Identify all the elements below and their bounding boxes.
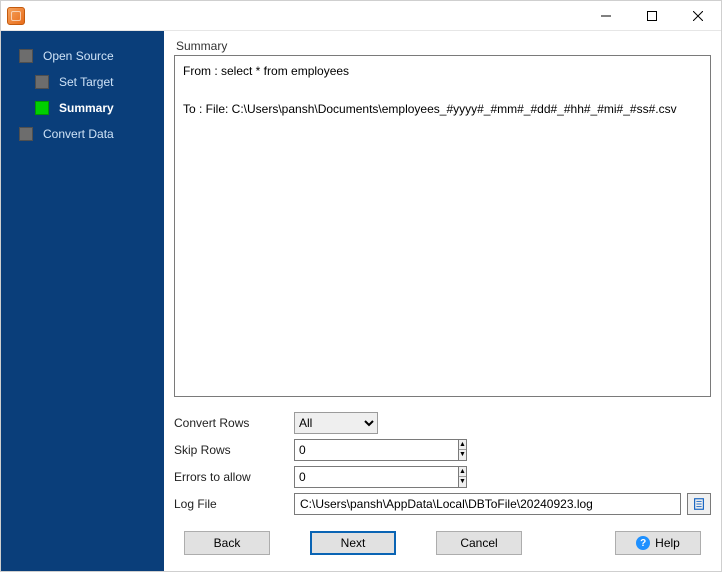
convert-rows-select[interactable]: All [294, 412, 378, 434]
step-box-icon [35, 101, 49, 115]
row-log-file: Log File [174, 490, 711, 517]
errors-spinner[interactable]: ▲ ▼ [294, 466, 378, 488]
sidebar-item-convert-data[interactable]: Convert Data [1, 121, 164, 147]
spin-up-icon[interactable]: ▲ [459, 440, 466, 451]
wizard-sidebar: Open Source Set Target Summary Convert D… [1, 31, 164, 571]
errors-label: Errors to allow [174, 470, 294, 484]
sidebar-item-set-target[interactable]: Set Target [1, 69, 164, 95]
step-label: Open Source [43, 49, 114, 63]
help-button[interactable]: ? Help [615, 531, 701, 555]
step-box-icon [35, 75, 49, 89]
back-label: Back [214, 536, 241, 550]
body: Open Source Set Target Summary Convert D… [1, 31, 721, 571]
close-button[interactable] [675, 1, 721, 31]
help-label: Help [655, 536, 680, 550]
skip-rows-spinner[interactable]: ▲ ▼ [294, 439, 378, 461]
skip-rows-label: Skip Rows [174, 443, 294, 457]
summary-from-line: From : select * from employees [183, 64, 349, 78]
step-box-icon [19, 127, 33, 141]
cancel-label: Cancel [460, 536, 497, 550]
errors-input[interactable] [294, 466, 458, 488]
app-icon [7, 7, 25, 25]
maximize-button[interactable] [629, 1, 675, 31]
spin-down-icon[interactable]: ▼ [459, 477, 466, 487]
options-form: Convert Rows All Skip Rows ▲ ▼ [174, 409, 711, 517]
spin-down-icon[interactable]: ▼ [459, 450, 466, 460]
step-box-icon [19, 49, 33, 63]
sidebar-item-open-source[interactable]: Open Source [1, 43, 164, 69]
row-skip-rows: Skip Rows ▲ ▼ [174, 436, 711, 463]
help-icon: ? [636, 536, 650, 550]
convert-rows-label: Convert Rows [174, 416, 294, 430]
sidebar-item-summary[interactable]: Summary [1, 95, 164, 121]
log-file-label: Log File [174, 497, 294, 511]
step-label: Set Target [59, 75, 113, 89]
next-button[interactable]: Next [310, 531, 396, 555]
back-button[interactable]: Back [184, 531, 270, 555]
step-label: Convert Data [43, 127, 114, 141]
spin-arrows: ▲ ▼ [458, 439, 467, 461]
main-panel: Summary From : select * from employees T… [164, 31, 721, 571]
spin-arrows: ▲ ▼ [458, 466, 467, 488]
summary-to-line: To : File: C:\Users\pansh\Documents\empl… [183, 102, 677, 116]
log-file-input[interactable] [294, 493, 681, 515]
app-window: Open Source Set Target Summary Convert D… [0, 0, 722, 572]
row-convert-rows: Convert Rows All [174, 409, 711, 436]
summary-header: Summary [176, 39, 711, 53]
file-icon [692, 497, 706, 511]
row-errors: Errors to allow ▲ ▼ [174, 463, 711, 490]
skip-rows-input[interactable] [294, 439, 458, 461]
spin-up-icon[interactable]: ▲ [459, 467, 466, 478]
titlebar [1, 1, 721, 31]
summary-textarea[interactable]: From : select * from employees To : File… [174, 55, 711, 397]
cancel-button[interactable]: Cancel [436, 531, 522, 555]
step-label: Summary [59, 101, 114, 115]
browse-log-button[interactable] [687, 493, 711, 515]
minimize-button[interactable] [583, 1, 629, 31]
next-label: Next [341, 536, 366, 550]
button-bar: Back Next Cancel ? Help [174, 517, 711, 561]
